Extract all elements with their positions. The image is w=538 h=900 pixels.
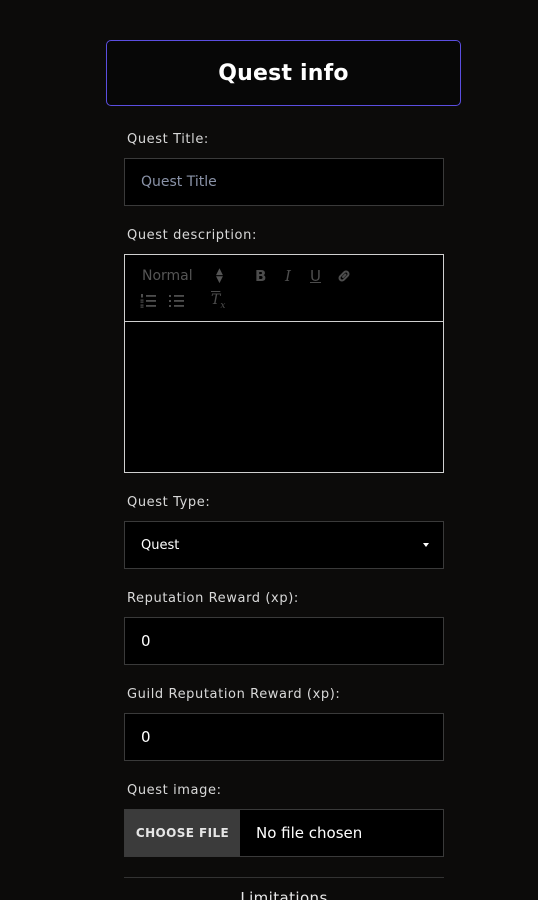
ordered-list-icon[interactable]: [140, 293, 156, 313]
quest-info-header: Quest info: [106, 40, 461, 106]
chevron-down-icon: [423, 543, 429, 547]
guild-reputation-reward-input[interactable]: 0: [124, 713, 444, 761]
quest-title-label: Quest Title:: [127, 132, 209, 147]
quest-info-form: Quest info Quest Title: Quest Title Ques…: [0, 0, 538, 900]
quest-image-label: Quest image:: [127, 783, 222, 798]
clear-format-button[interactable]: Tx: [211, 292, 225, 311]
section-divider: [124, 877, 444, 878]
heading-select-caret-icon[interactable]: ▲ ▼: [216, 268, 223, 285]
bullet-list-icon[interactable]: [168, 293, 184, 313]
quest-description-editor: Normal ▲ ▼ B I U Tx: [124, 254, 444, 473]
bold-button[interactable]: B: [255, 267, 266, 285]
choose-file-button[interactable]: CHOOSE FILE: [125, 810, 240, 856]
reputation-reward-input[interactable]: 0: [124, 617, 444, 665]
quest-description-label: Quest description:: [127, 228, 257, 243]
quest-description-textarea[interactable]: [125, 322, 443, 472]
editor-toolbar: Normal ▲ ▼ B I U Tx: [125, 255, 443, 322]
quest-title-input[interactable]: Quest Title: [124, 158, 444, 206]
limitations-heading: Limitations: [240, 889, 328, 900]
quest-type-select[interactable]: Quest: [124, 521, 444, 569]
italic-button[interactable]: I: [285, 267, 291, 285]
page-title: Quest info: [218, 60, 349, 86]
link-icon[interactable]: [336, 268, 352, 288]
file-status-text: No file chosen: [256, 824, 363, 842]
guild-reputation-reward-label: Guild Reputation Reward (xp):: [127, 687, 341, 702]
quest-type-label: Quest Type:: [127, 495, 211, 510]
quest-type-value: Quest: [141, 537, 180, 553]
reputation-reward-label: Reputation Reward (xp):: [127, 591, 299, 606]
underline-button[interactable]: U: [310, 267, 321, 285]
heading-select[interactable]: Normal: [142, 268, 193, 284]
quest-image-file-input[interactable]: CHOOSE FILE No file chosen: [124, 809, 444, 857]
